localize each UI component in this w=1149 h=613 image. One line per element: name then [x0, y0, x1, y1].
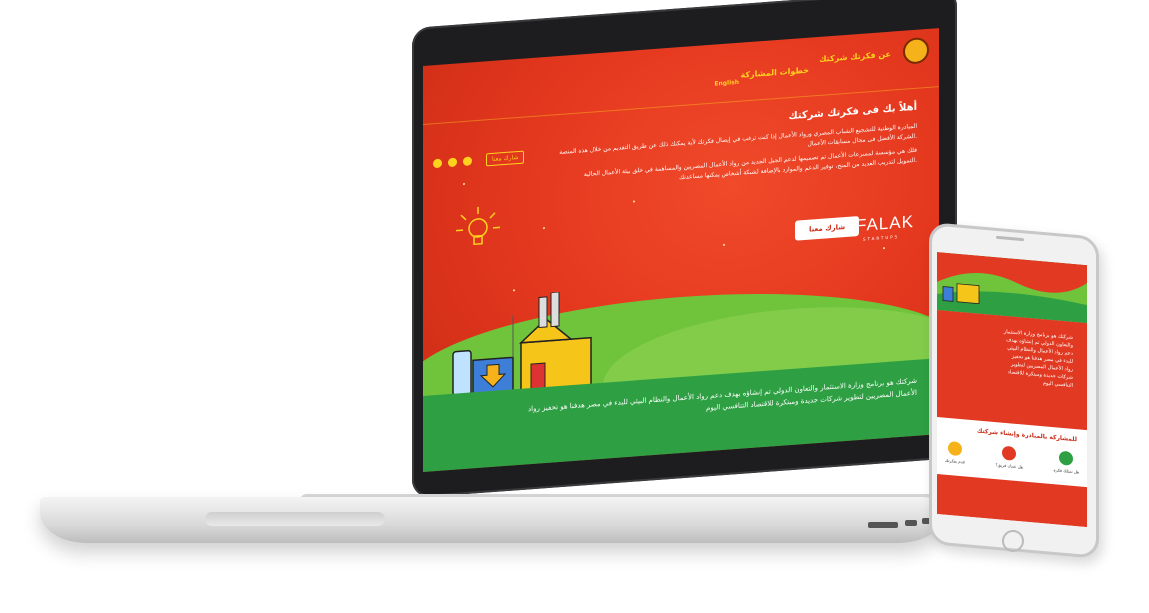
step-label: هل تمتلك فكرة [1053, 467, 1079, 475]
usb-port-icon [905, 520, 917, 526]
instagram-icon[interactable] [463, 156, 472, 167]
twitter-icon[interactable] [448, 157, 457, 168]
nav-about-link[interactable]: عن فكرتك شركتك [819, 50, 891, 64]
phone-intro-text: شركتك هو برنامج وزارة الاستثمار والتعاون… [1004, 328, 1073, 390]
lightbulb-icon [947, 440, 962, 457]
phone-screen: شركتك هو برنامج وزارة الاستثمار والتعاون… [937, 252, 1087, 528]
laptop-trackpad-notch [205, 512, 385, 526]
star [633, 200, 635, 203]
phone-home-button[interactable] [1002, 530, 1024, 552]
hero-paragraph: المبادرة الوطنية للتشجيع الشباب المصري و… [559, 122, 917, 192]
social-bar: شارك معنا [433, 150, 525, 171]
phone-intro-section: شركتك هو برنامج وزارة الاستثمار والتعاون… [937, 310, 1087, 431]
join-button[interactable]: شارك معنا [486, 150, 525, 167]
laptop-screen: عن فكرتك شركتك خطوات المشاركة English شا… [423, 28, 939, 472]
star [543, 227, 545, 230]
star [463, 182, 465, 186]
facebook-icon[interactable] [433, 158, 442, 169]
star [513, 289, 515, 292]
hero-cta-button[interactable]: شارك معنا [795, 215, 860, 241]
team-icon [1002, 445, 1017, 461]
usb-port-icon [868, 522, 898, 528]
star [723, 243, 725, 246]
step-item[interactable]: هل عندك فريق؟ [995, 445, 1023, 470]
site-logo[interactable] [903, 36, 929, 65]
step-label: هل عندك فريق؟ [995, 462, 1023, 470]
partner-logo: FALAK [856, 211, 914, 236]
step-label: قدم بفكرتك [945, 457, 965, 465]
lightbulb-icon [456, 206, 500, 246]
idea-icon [1059, 450, 1074, 466]
star [883, 247, 885, 250]
phone-steps: قدم بفكرتك هل عندك فريق؟ هل تمتلك فكرة [945, 440, 1079, 475]
step-item[interactable]: هل تمتلك فكرة [1054, 450, 1079, 474]
laptop-base [40, 497, 945, 543]
nav-steps-link[interactable]: خطوات المشاركة [740, 66, 809, 80]
phone-section-title: للمشاركة بالمبادرة وإنشاء شركتك [976, 427, 1077, 444]
nav-lang-link[interactable]: English [714, 79, 739, 88]
hero-title: أهلاً بك فى فكرتك شركتك [788, 101, 917, 123]
step-item[interactable]: قدم بفكرتك [945, 440, 965, 465]
